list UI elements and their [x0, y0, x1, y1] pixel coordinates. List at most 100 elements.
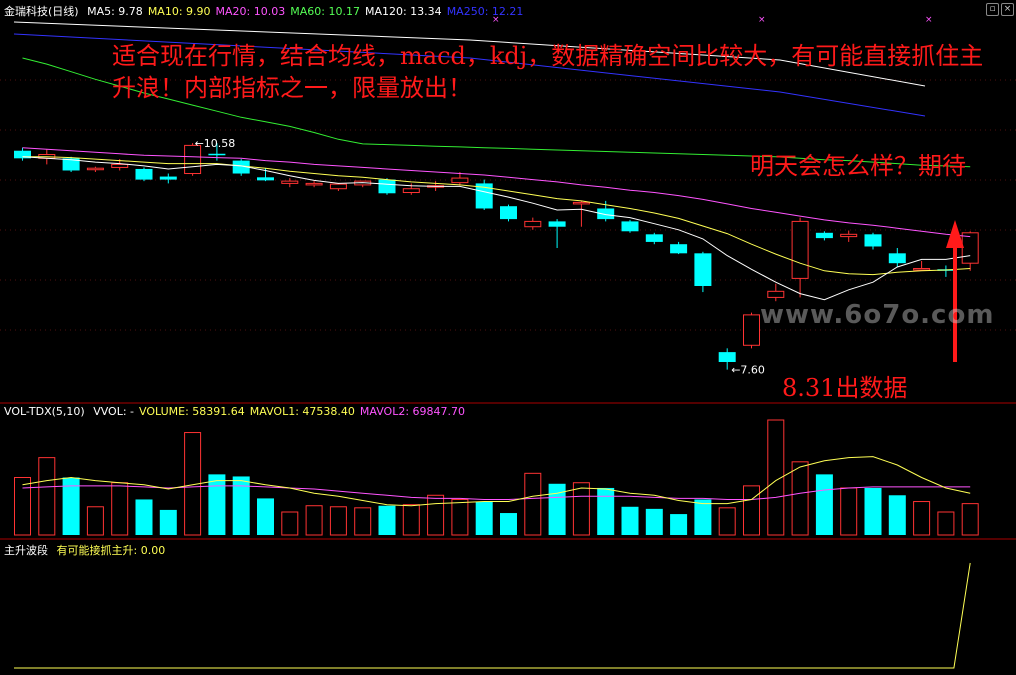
candle: [159, 173, 177, 184]
ma-legend-item: MA5: 9.78: [87, 5, 143, 18]
watermark: www.6o7o.com: [760, 300, 995, 330]
top-marker: ×: [925, 15, 933, 25]
volume-bar: [937, 511, 955, 536]
candle: [888, 248, 906, 267]
candle-body: [791, 220, 809, 279]
vol-legend-item: MAVOL2: 69847.70: [359, 405, 466, 418]
candle: [961, 231, 979, 271]
volume-bar: [913, 501, 931, 536]
high-price-label: ←10.58: [195, 137, 236, 150]
candle: [572, 200, 590, 227]
candle-body: [840, 233, 858, 238]
volume-bar: [791, 461, 809, 536]
vol-legend-item: VVOL: -: [93, 405, 135, 418]
ma-legend-item: MA60: 10.17: [290, 5, 360, 18]
stock-title: 金瑞科技(日线): [4, 5, 79, 18]
ma-legend-item: MA120: 13.34: [364, 5, 442, 18]
volume-bar: [257, 498, 274, 535]
volume-bar: [645, 508, 663, 535]
candle: [354, 180, 372, 188]
candle: [791, 217, 809, 298]
candle: [767, 283, 785, 302]
indicator-title: 主升波段: [4, 544, 48, 557]
volume-header: VOL-TDX(5,10) VVOL: - VOLUME: 58391.64 MAV…: [4, 405, 475, 418]
vol-legend-item: VOLUME: 58391.64: [139, 405, 245, 418]
candle-body: [257, 177, 274, 181]
ma-legend-item: MA10: 9.90: [147, 5, 211, 18]
promo-annotation: 适合现在行情，结合均线，macd，kdj，数据精确空间比较大，有可能直接抓住主升…: [112, 42, 984, 102]
volume-bar: [961, 503, 979, 536]
candle: [621, 219, 639, 233]
arrow-head: [946, 220, 964, 248]
date-annotation: 8.31出数据: [782, 374, 908, 402]
ma-legend-item: MA250: 12.21: [446, 5, 524, 18]
volume-bar: [135, 499, 153, 535]
volume-bar: [743, 485, 760, 536]
volume-bar: [718, 507, 736, 536]
volume-bar: [500, 513, 517, 535]
candle-body: [815, 232, 833, 239]
candle-body: [305, 182, 323, 186]
candle-body: [718, 352, 736, 362]
volume-bar: [621, 506, 639, 535]
volume-bar: [354, 507, 372, 536]
main-chart-header: 金瑞科技(日线) MA5: 9.78 MA10: 9.90 MA20: 10.03 M…: [4, 3, 533, 19]
candle-body: [402, 188, 420, 194]
candle: [14, 147, 31, 161]
volume-bars: [14, 419, 979, 536]
vol-legend-item: MAVOL1: 47538.40: [249, 405, 355, 418]
ma-legend-item: MA20: 10.03: [215, 5, 286, 18]
candle-body: [621, 221, 639, 232]
candle: [937, 265, 955, 277]
volume-bar: [402, 504, 420, 536]
candle: [864, 232, 882, 250]
volume-bar: [14, 477, 31, 536]
candle: [305, 181, 323, 188]
candle-body: [548, 221, 566, 227]
volume-bar: [86, 506, 104, 536]
candle: [329, 183, 347, 191]
top-marker: ×: [758, 15, 766, 25]
candle: [743, 312, 760, 349]
volume-title: VOL-TDX(5,10): [4, 405, 85, 418]
candle-body: [329, 183, 347, 190]
candle-body: [524, 220, 542, 228]
volume-bar: [840, 487, 858, 536]
candle-body: [451, 177, 469, 184]
volume-bar: [597, 487, 615, 535]
volume-bar: [524, 472, 542, 536]
volume-bar: [329, 506, 347, 536]
low-price-label: ←7.60: [731, 364, 765, 377]
candle-body: [864, 234, 882, 247]
volume-bar: [378, 505, 396, 535]
candle-body: [500, 206, 517, 220]
ind-legend-item: 有可能接抓主升: 0.00: [56, 544, 166, 557]
candle-body: [378, 179, 396, 194]
candle: [815, 231, 833, 241]
volume-bar: [111, 482, 129, 536]
candle: [86, 166, 104, 172]
candle-body: [645, 234, 663, 242]
candle-body: [888, 253, 906, 264]
candle-body: [767, 290, 785, 298]
candle-body: [913, 268, 931, 271]
indicator-line: [14, 562, 971, 669]
candle-body: [111, 163, 129, 168]
candle: [694, 251, 712, 293]
candle: [475, 179, 493, 210]
candle: [645, 232, 663, 245]
candle-body: [281, 180, 299, 184]
volume-bar: [451, 498, 469, 536]
volume-bar: [208, 474, 226, 535]
candle-body: [208, 153, 226, 156]
candle: [670, 241, 688, 255]
window-controls[interactable]: ▫ ×: [984, 1, 1014, 16]
volume-bar: [305, 505, 323, 536]
volume-bar: [670, 514, 688, 535]
volume-bar: [864, 487, 882, 535]
close-icon[interactable]: ×: [1001, 3, 1014, 16]
candle: [548, 219, 566, 248]
minimize-icon[interactable]: ▫: [986, 3, 999, 16]
volume-bar: [232, 476, 250, 535]
candle-body: [961, 232, 979, 264]
